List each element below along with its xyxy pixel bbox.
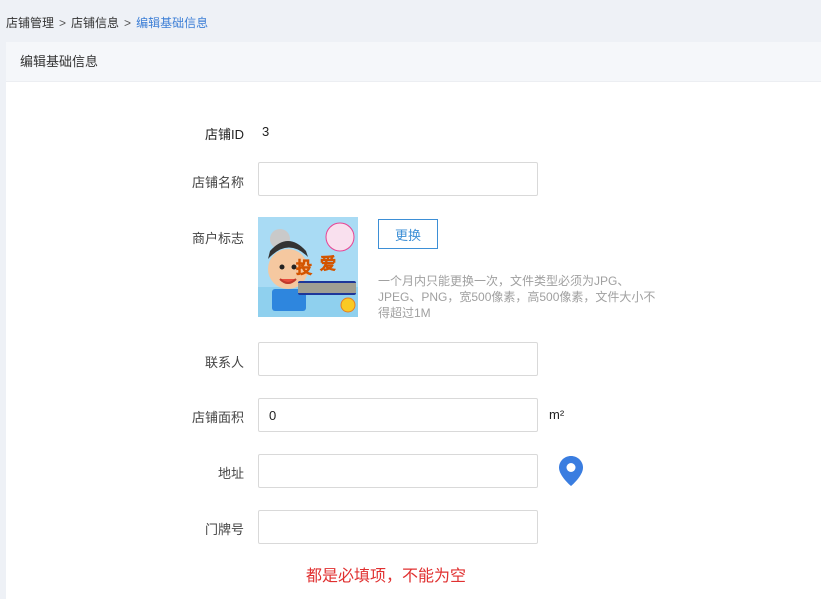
shop-id-value: 3: [262, 124, 270, 139]
required-fields-note: 都是必填项，不能为空: [306, 568, 467, 585]
shop-name-input[interactable]: [258, 162, 538, 196]
door-number-input[interactable]: [258, 510, 538, 544]
location-pin-icon[interactable]: [559, 456, 583, 486]
shop-area-label: 店铺面积: [191, 410, 244, 425]
breadcrumb-item-shop-management[interactable]: 店铺管理: [6, 14, 54, 31]
svg-text:投: 投: [296, 258, 312, 277]
contact-input[interactable]: [258, 342, 538, 376]
area-unit: m²: [549, 407, 565, 422]
logo-label: 商户标志: [191, 231, 244, 246]
shop-name-label: 店铺名称: [191, 175, 244, 190]
address-label: 地址: [217, 466, 244, 481]
shop-logo-image: 爱 投: [258, 217, 358, 317]
panel-title: 编辑基础信息: [6, 42, 821, 82]
door-number-label: 门牌号: [204, 522, 244, 537]
change-logo-button[interactable]: 更换: [378, 219, 438, 249]
logo-upload-hint: 一个月内只能更换一次，文件类型必须为JPG、JPEG、PNG，宽500像素，高5…: [378, 274, 656, 320]
shop-id-label: 店铺ID: [204, 127, 244, 142]
svg-text:爱: 爱: [320, 254, 336, 273]
edit-panel: 编辑基础信息 店铺ID 3 店铺名称 商户标志 爱 投 更换 一个月内只能更换一…: [6, 42, 821, 599]
address-input[interactable]: [258, 454, 538, 488]
shop-area-input[interactable]: [258, 398, 538, 432]
breadcrumb: 店铺管理 > 店铺信息 > 编辑基础信息: [6, 14, 208, 31]
breadcrumb-item-current: 编辑基础信息: [136, 16, 209, 30]
contact-label: 联系人: [204, 355, 244, 370]
breadcrumb-separator: >: [124, 15, 132, 30]
breadcrumb-item-shop-info[interactable]: 店铺信息: [71, 14, 119, 31]
breadcrumb-separator: >: [59, 15, 67, 30]
